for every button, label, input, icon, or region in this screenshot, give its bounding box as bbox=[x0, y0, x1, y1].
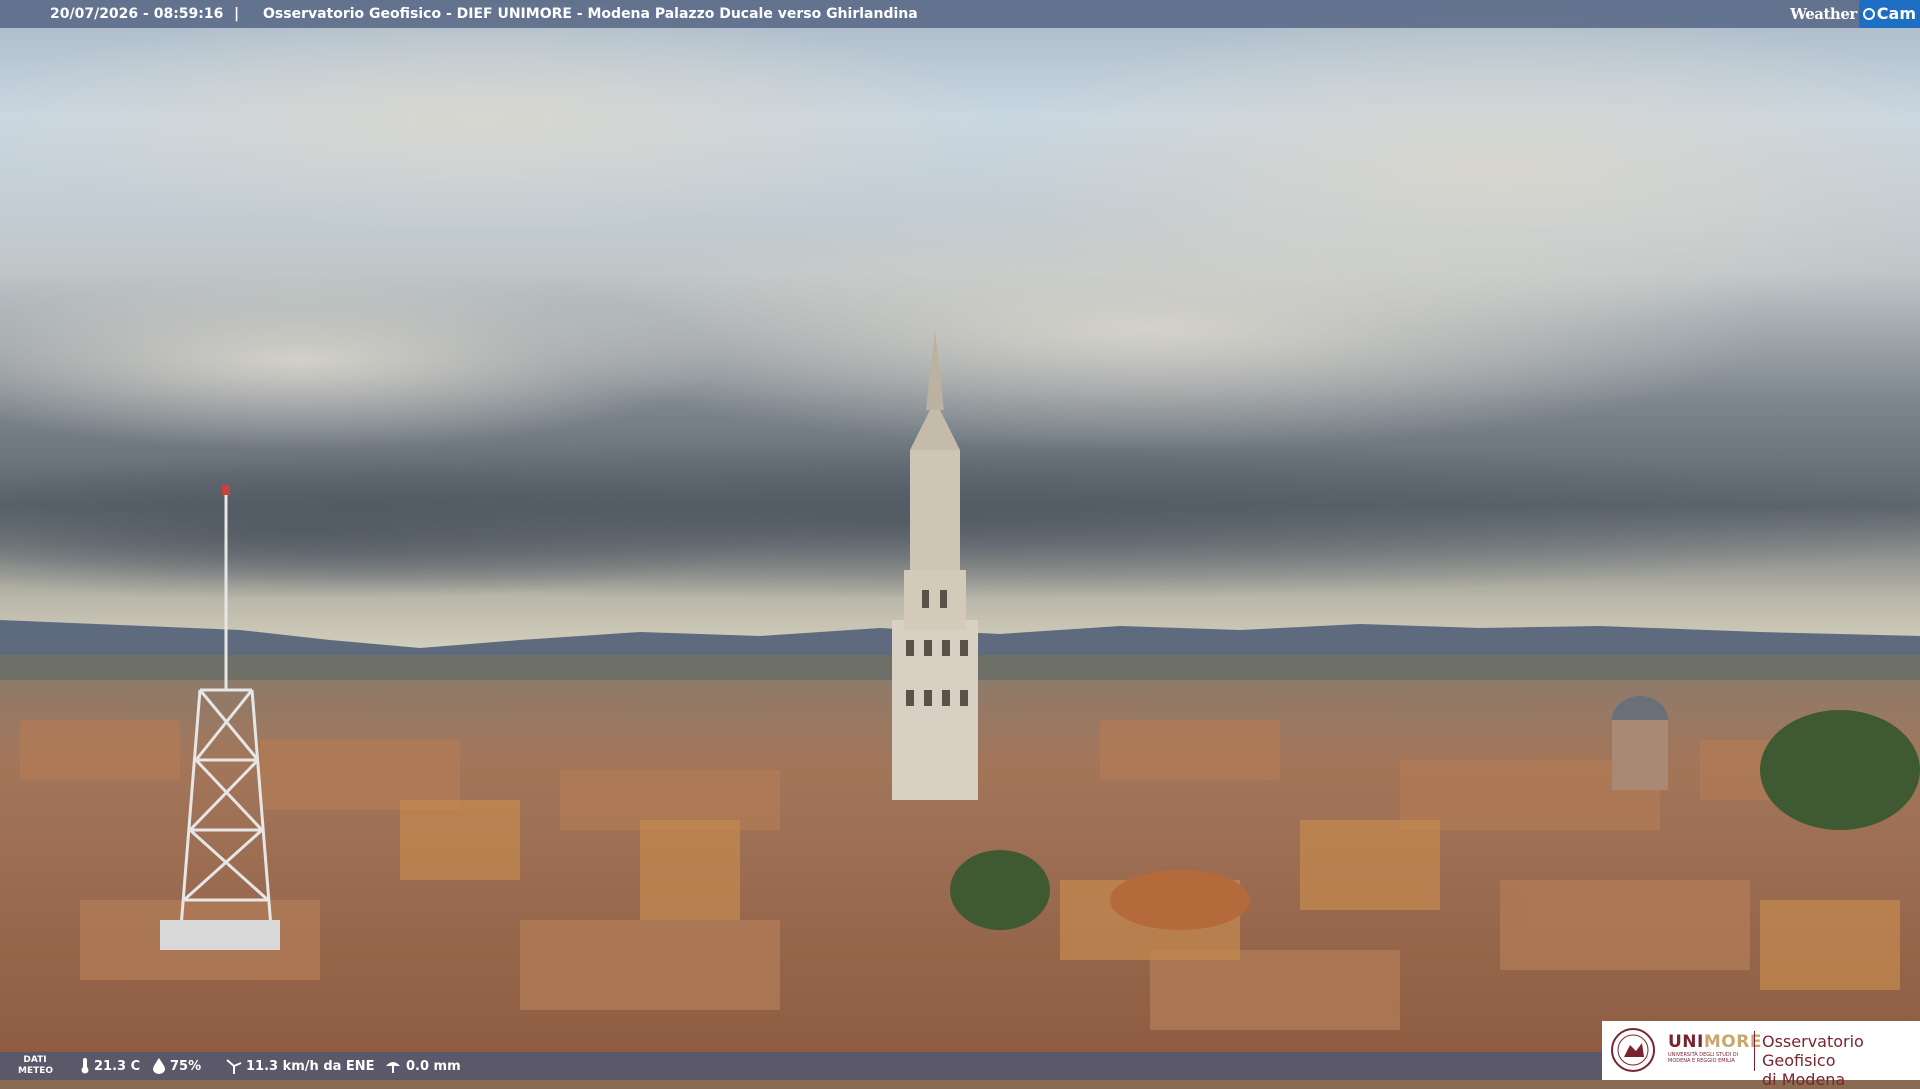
observatory-name-line1: Osservatorio Geofisico bbox=[1762, 1032, 1864, 1070]
unimore-wordmark: UNIMORE bbox=[1668, 1032, 1762, 1052]
unimore-subtitle: UNIVERSITÀ DEGLI STUDI DI MODENA E REGGI… bbox=[1668, 1052, 1739, 1064]
observatory-name: Osservatorio Geofisico di Modena bbox=[1762, 1032, 1920, 1089]
weather-data-bar: DATI METEO 21.3 C 75% 11.3 km/h da ENE 0… bbox=[0, 1052, 1602, 1080]
unimore-logo: UNIMORE UNIVERSITÀ DEGLI STUDI DI MODENA… bbox=[1602, 1021, 1920, 1089]
weathercam-logo-weather: Weather bbox=[1790, 5, 1857, 23]
unimore-seal-icon bbox=[1611, 1028, 1655, 1072]
weather-label-line1: DATI bbox=[23, 1055, 47, 1065]
weathercam-logo-cam-text: Cam bbox=[1876, 4, 1916, 23]
header-bar: 20/07/2026 - 08:59:16 | Osservatorio Geo… bbox=[0, 0, 1920, 28]
header-separator: | bbox=[234, 6, 240, 22]
rain-readout: 0.0 mm bbox=[384, 1058, 461, 1074]
wind-value: 11.3 km/h da ENE bbox=[246, 1058, 375, 1074]
humidity-drop-icon bbox=[153, 1058, 165, 1074]
logo-divider bbox=[1754, 1031, 1755, 1071]
weathercam-logo: Weather Cam bbox=[1784, 0, 1920, 28]
weathercam-logo-cam: Cam bbox=[1858, 0, 1920, 28]
weather-data-label: DATI METEO bbox=[18, 1055, 54, 1077]
temperature-readout: 21.3 C bbox=[80, 1058, 140, 1074]
wind-turbine-icon bbox=[226, 1059, 242, 1074]
rain-value: 0.0 mm bbox=[406, 1058, 461, 1074]
thermometer-icon bbox=[81, 1058, 89, 1074]
datetime-stamp: 20/07/2026 - 08:59:16 bbox=[50, 6, 224, 22]
humidity-readout: 75% bbox=[152, 1058, 201, 1074]
webcam-image bbox=[0, 0, 1920, 1080]
camera-dot-icon bbox=[1862, 8, 1875, 20]
unimore-wordmark-uni: UNI bbox=[1668, 1032, 1704, 1052]
wind-readout: 11.3 km/h da ENE bbox=[226, 1058, 375, 1074]
weather-label-line2: METEO bbox=[18, 1066, 54, 1076]
camera-location: Osservatorio Geofisico - DIEF UNIMORE - … bbox=[263, 6, 918, 22]
humidity-value: 75% bbox=[170, 1058, 202, 1074]
temperature-value: 21.3 C bbox=[94, 1058, 141, 1074]
rain-icon bbox=[386, 1062, 400, 1073]
